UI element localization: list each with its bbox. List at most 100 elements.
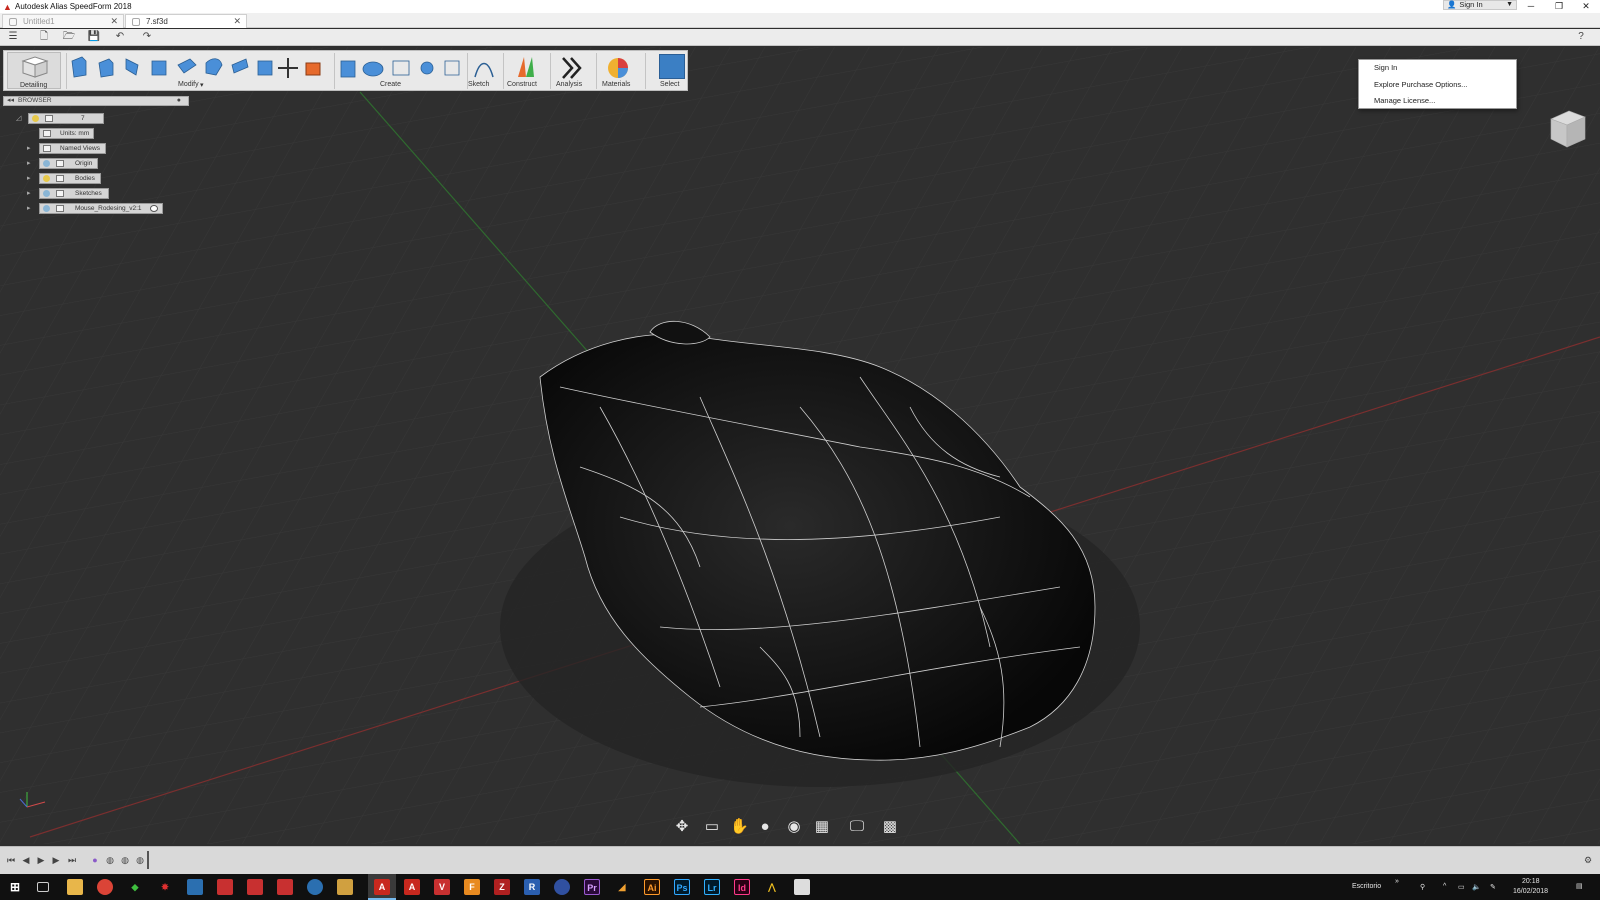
app-icon[interactable]: ◢ bbox=[614, 879, 630, 895]
pan-icon[interactable]: ✋ bbox=[730, 818, 749, 835]
browser-item-bodies[interactable]: ▸ Bodies bbox=[27, 173, 101, 184]
network-icon[interactable]: ▭ bbox=[1458, 883, 1465, 891]
tray-icon[interactable]: ⚲ bbox=[1420, 883, 1425, 891]
app-icon[interactable]: ✸ bbox=[157, 879, 173, 895]
app-icon[interactable]: R bbox=[524, 879, 540, 895]
indesign-icon[interactable]: Id bbox=[734, 879, 750, 895]
lightroom-icon[interactable]: Lr bbox=[704, 879, 720, 895]
analysis-tool-icon[interactable] bbox=[560, 55, 584, 81]
sign-in-button[interactable]: 👤 Sign In ▼ bbox=[1443, 0, 1517, 10]
group-label-materials[interactable]: Materials bbox=[602, 81, 630, 88]
app-icon[interactable] bbox=[337, 879, 353, 895]
premiere-icon[interactable]: Pr bbox=[584, 879, 600, 895]
pin-icon[interactable]: ● bbox=[177, 97, 181, 105]
illustrator-icon[interactable]: Ai bbox=[644, 879, 660, 895]
save-icon[interactable]: 💾 bbox=[87, 31, 101, 43]
menu-item-manage-license[interactable]: Manage License... bbox=[1374, 96, 1435, 105]
fit-icon[interactable]: ◉ bbox=[785, 818, 803, 835]
expand-icon[interactable]: ▸ bbox=[27, 159, 31, 168]
group-label-sketch[interactable]: Sketch bbox=[468, 81, 489, 88]
clock-time[interactable]: 20:18 bbox=[1522, 878, 1540, 885]
step-back-icon[interactable]: ◀ bbox=[20, 854, 32, 866]
construct-tool-icon[interactable] bbox=[514, 55, 538, 81]
group-label-create[interactable]: Create bbox=[380, 81, 401, 88]
app-icon[interactable] bbox=[217, 879, 233, 895]
app-icon[interactable]: ◆ bbox=[127, 879, 143, 895]
close-window-button[interactable]: ✕ bbox=[1572, 0, 1600, 13]
viewport-canvas[interactable] bbox=[0, 47, 1600, 844]
3d-viewport[interactable]: Sign In Explore Purchase Options... Mana… bbox=[0, 47, 1600, 844]
view-cube[interactable] bbox=[1547, 107, 1587, 151]
app-icon[interactable]: Z bbox=[494, 879, 510, 895]
browser-root-node[interactable]: ◿ 7 bbox=[16, 113, 104, 124]
close-icon[interactable]: ✕ bbox=[233, 15, 241, 28]
task-view-icon[interactable] bbox=[37, 882, 49, 892]
file-explorer-icon[interactable] bbox=[67, 879, 83, 895]
undo-icon[interactable]: ↶ bbox=[113, 31, 127, 43]
browser-item-origin[interactable]: ▸ Origin bbox=[27, 158, 98, 169]
group-label-construct[interactable]: Construct bbox=[507, 81, 537, 88]
tab-untitled1[interactable]: Untitled1 ✕ bbox=[2, 14, 124, 28]
activate-component-icon[interactable] bbox=[150, 205, 158, 212]
expand-icon[interactable]: ▸ bbox=[27, 204, 31, 213]
app-icon[interactable] bbox=[554, 879, 570, 895]
orbit-icon[interactable]: ✥ bbox=[673, 818, 691, 835]
viewports-icon[interactable]: ▦ bbox=[813, 818, 831, 835]
expand-icon[interactable]: ▸ bbox=[27, 189, 31, 198]
go-to-end-icon[interactable]: ⏭ bbox=[66, 854, 78, 866]
visibility-icon[interactable] bbox=[43, 190, 50, 197]
timeline-feature-icon[interactable]: ● bbox=[89, 854, 101, 866]
play-icon[interactable]: ▶ bbox=[35, 854, 47, 866]
workspace-switcher[interactable]: Detailing bbox=[7, 52, 61, 89]
tray-icon[interactable]: ✎ bbox=[1490, 883, 1496, 891]
create-tools[interactable] bbox=[337, 55, 467, 81]
app-icon[interactable]: ⋀ bbox=[764, 879, 780, 895]
restore-button[interactable]: ❐ bbox=[1545, 0, 1573, 13]
visibility-icon[interactable] bbox=[43, 175, 50, 182]
app-icon[interactable] bbox=[277, 879, 293, 895]
volume-icon[interactable]: 🔈 bbox=[1472, 883, 1481, 891]
desktop-toolbar-label[interactable]: Escritorio bbox=[1352, 883, 1381, 890]
app-icon[interactable] bbox=[247, 879, 263, 895]
app-icon[interactable] bbox=[794, 879, 810, 895]
look-at-icon[interactable]: ▭ bbox=[703, 818, 721, 835]
go-to-start-icon[interactable]: ⏮ bbox=[5, 854, 17, 866]
sketch-tool-icon[interactable] bbox=[472, 55, 496, 81]
visibility-icon[interactable] bbox=[43, 205, 50, 212]
autodesk-app-icon[interactable]: A bbox=[404, 879, 420, 895]
photoshop-icon[interactable]: Ps bbox=[674, 879, 690, 895]
open-folder-icon[interactable]: 🗁 bbox=[62, 31, 76, 43]
settings-gear-icon[interactable]: ⚙ bbox=[1582, 854, 1594, 866]
menu-item-sign-in[interactable]: Sign In bbox=[1374, 63, 1397, 72]
expand-icon[interactable]: ◿ bbox=[16, 114, 21, 123]
visibility-icon[interactable] bbox=[43, 160, 50, 167]
group-label-modify[interactable]: Modify bbox=[178, 81, 199, 88]
app-icon[interactable] bbox=[187, 879, 203, 895]
redo-icon[interactable]: ↷ bbox=[140, 31, 154, 43]
windows-start-icon[interactable]: ⊞ bbox=[7, 879, 23, 895]
tray-chevron-icon[interactable]: ^ bbox=[1443, 883, 1446, 890]
chrome-icon[interactable] bbox=[97, 879, 113, 895]
menu-icon[interactable]: ☰ bbox=[6, 31, 20, 43]
timeline-feature-icon[interactable]: ◍ bbox=[119, 854, 131, 866]
help-icon[interactable]: ? bbox=[1574, 31, 1588, 43]
minimize-button[interactable]: ─ bbox=[1517, 0, 1545, 13]
close-icon[interactable]: ✕ bbox=[110, 15, 118, 28]
grid-settings-icon[interactable]: ▩ bbox=[881, 818, 899, 835]
group-label-analysis[interactable]: Analysis bbox=[556, 81, 582, 88]
timeline-feature-icon[interactable]: ◍ bbox=[134, 854, 146, 866]
app-icon[interactable]: V bbox=[434, 879, 450, 895]
timeline-marker[interactable] bbox=[147, 851, 149, 869]
browser-item-mouse-component[interactable]: ▸ Mouse_Rodesing_v2:1 bbox=[27, 203, 163, 214]
collapse-icon[interactable]: ◂◂ bbox=[7, 97, 14, 105]
group-label-select[interactable]: Select bbox=[660, 81, 679, 88]
browser-item-sketches[interactable]: ▸ Sketches bbox=[27, 188, 109, 199]
modify-tools[interactable] bbox=[66, 55, 331, 81]
new-file-icon[interactable]: 🗋 bbox=[37, 31, 51, 43]
browser-item-units[interactable]: Units: mm bbox=[39, 128, 94, 139]
tab-7-sf3d[interactable]: 7.sf3d ✕ bbox=[125, 14, 247, 28]
step-forward-icon[interactable]: ▶ bbox=[50, 854, 62, 866]
timeline-feature-icon[interactable]: ◍ bbox=[104, 854, 116, 866]
select-tool-button[interactable] bbox=[659, 54, 685, 79]
notifications-icon[interactable]: ▤ bbox=[1576, 882, 1583, 890]
